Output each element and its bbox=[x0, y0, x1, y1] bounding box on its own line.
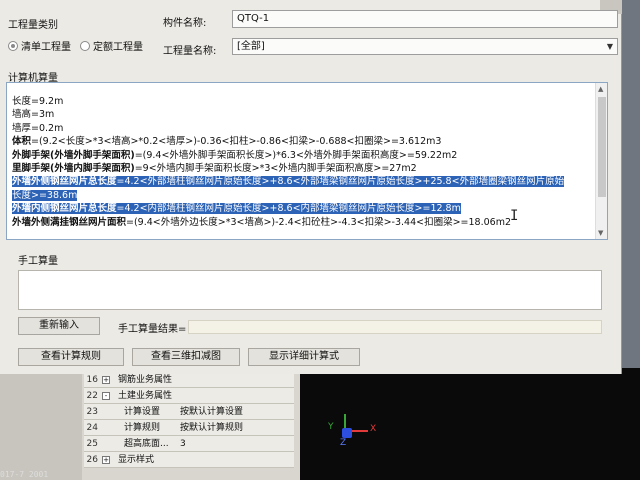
y-axis-label: Y bbox=[328, 422, 334, 432]
calc-line: 外墙外侧满挂钢丝网片面积=(9.4<外墙外边长度>*3<墙高>)-2.4<扣砼柱… bbox=[12, 216, 592, 229]
component-name-label: 构件名称: bbox=[163, 18, 207, 29]
scroll-thumb[interactable] bbox=[598, 97, 606, 197]
calc-line: 长度>=38.6m bbox=[12, 189, 592, 202]
scroll-down-icon[interactable]: ▼ bbox=[598, 229, 603, 237]
radio-norm-quantity[interactable]: 定额工程量 bbox=[80, 38, 143, 53]
radio-dot-icon bbox=[80, 40, 90, 51]
expand-icon[interactable]: + bbox=[102, 456, 110, 464]
calc-line-formula: 墙高=3m bbox=[12, 109, 55, 121]
property-value[interactable]: 按默认计算规则 bbox=[180, 420, 243, 436]
radio-norm-quantity-label: 定额工程量 bbox=[93, 42, 143, 53]
radio-list-quantity-label: 清单工程量 bbox=[21, 42, 71, 53]
property-row-number: 23 bbox=[86, 407, 98, 417]
calc-line-text: 外墙外侧满挂钢丝网片面积=(9.4<外墙外边长度>*3<墙高>)-2.4<扣砼柱… bbox=[12, 217, 511, 228]
property-name: 计算规则 bbox=[124, 423, 161, 433]
component-name-field[interactable]: QTQ-1 bbox=[232, 10, 618, 28]
quantity-name-select[interactable]: [全部] ▼ bbox=[232, 38, 618, 55]
property-row-number: 25 bbox=[86, 439, 98, 449]
quantity-name-value: [全部] bbox=[237, 41, 265, 52]
calc-line-formula: =(9.4<外墙外边长度>*3<墙高>)-2.4<扣砼柱>-4.3<扣梁>-3.… bbox=[126, 216, 511, 228]
calc-line-selected-text: 外墙内侧钢丝网片总长度=4.2<内部墙柱钢丝网片原始长度>+8.6<内部墙梁钢丝… bbox=[12, 203, 461, 215]
calc-line-selected-text: 外墙外侧钢丝网片总长度=4.2<外部墙柱钢丝网片原始长度>+8.6<外部墙梁钢丝… bbox=[12, 176, 565, 188]
3d-viewport[interactable]: X Y Z bbox=[300, 368, 640, 480]
show-detail-formula-button[interactable]: 显示详细计算式 bbox=[248, 348, 360, 366]
text-cursor-icon: I bbox=[510, 208, 519, 224]
property-row[interactable]: 25 超高底面... 3 bbox=[84, 436, 294, 452]
z-axis-icon bbox=[342, 428, 352, 438]
calc-line-formula: =4.2<内部墙柱钢丝网片原始长度>+8.6<内部墙梁钢丝网片原始长度>=12.… bbox=[116, 203, 461, 215]
calc-line: 墙高=3m bbox=[12, 108, 592, 121]
calc-line-text: 体积=(9.2<长度>*3<墙高>*0.2<墙厚>)-0.36<扣柱>-0.86… bbox=[12, 136, 441, 147]
view-3d-deduction-button[interactable]: 查看三维扣减图 bbox=[132, 348, 240, 366]
scroll-up-icon[interactable]: ▲ bbox=[598, 85, 603, 93]
calc-expression-list: 长度=9.2m 墙高=3m 墙厚=0.2m 体积=(9.2<长度>*3<墙高>*0.2… bbox=[12, 95, 592, 229]
property-row[interactable]: 16 + 钢筋业务属性 bbox=[84, 372, 294, 388]
property-name: 土建业务属性 bbox=[118, 391, 173, 401]
manual-result-field[interactable] bbox=[188, 320, 602, 334]
property-panel: 16 + 钢筋业务属性 22- 土建业务属性 23 计算设置 按默认计算设置 24 计算规则 按默认… bbox=[0, 368, 300, 480]
property-value[interactable]: 按默认计算设置 bbox=[180, 404, 243, 420]
view-quantity-dialog: 工程量类别 清单工程量 定额工程量 构件名称: QTQ-1 工程量名称: [全部… bbox=[0, 0, 622, 374]
property-row[interactable]: 26 + 显示样式 bbox=[84, 452, 294, 468]
chevron-down-icon: ▼ bbox=[606, 42, 613, 51]
status-text: 017-7 2001 bbox=[0, 470, 49, 479]
property-name: 计算设置 bbox=[124, 407, 161, 417]
quantity-name-label: 工程量名称: bbox=[163, 46, 217, 57]
property-name: 显示样式 bbox=[118, 455, 155, 465]
property-row[interactable]: 23 计算设置 按默认计算设置 bbox=[84, 404, 294, 420]
manual-calc-group-title: 手工算量 bbox=[18, 256, 58, 267]
calc-line-item-name: 体积 bbox=[12, 136, 32, 148]
z-axis-label: Z bbox=[340, 438, 347, 448]
expand-icon[interactable]: + bbox=[102, 376, 110, 384]
component-name-value: QTQ-1 bbox=[237, 13, 270, 24]
calc-line-item-name: 里脚手架(外墙内脚手架面积) bbox=[12, 163, 135, 175]
calc-line-formula: 长度>=38.6m bbox=[12, 189, 78, 201]
component-list-panel bbox=[0, 368, 82, 480]
property-row-number: 16 bbox=[86, 375, 98, 385]
calc-line-formula: =4.2<外部墙柱钢丝网片原始长度>+8.6<外部墙梁钢丝网片原始长度>+25.… bbox=[116, 176, 565, 188]
property-row[interactable]: 24 计算规则 按默认计算规则 bbox=[84, 420, 294, 436]
calc-line-text: 里脚手架(外墙内脚手架面积)=9<外墙内脚手架面积长度>*3<外墙内脚手架面积高… bbox=[12, 163, 417, 174]
calc-line: 外墙内侧钢丝网片总长度=4.2<内部墙柱钢丝网片原始长度>+8.6<内部墙梁钢丝… bbox=[12, 202, 592, 215]
calc-line: 里脚手架(外墙内脚手架面积)=9<外墙内脚手架面积长度>*3<外墙内脚手架面积高… bbox=[12, 162, 592, 175]
calc-line-selected-text: 长度>=38.6m bbox=[12, 189, 78, 201]
calc-line-item-name: 外墙外侧满挂钢丝网片面积 bbox=[12, 216, 127, 228]
calc-line-formula: =(9.2<长度>*3<墙高>*0.2<墙厚>)-0.36<扣柱>-0.86<扣… bbox=[31, 136, 442, 148]
calc-line-text: 墙高=3m bbox=[12, 109, 54, 120]
calc-line-item-name: 外墙外侧钢丝网片总长度 bbox=[12, 176, 117, 188]
calc-line: 墙厚=0.2m bbox=[12, 122, 592, 135]
property-row-number: 22 bbox=[86, 391, 98, 401]
calc-line: 外墙外侧钢丝网片总长度=4.2<外部墙柱钢丝网片原始长度>+8.6<外部墙梁钢丝… bbox=[12, 175, 592, 188]
calc-line-text: 外脚手架(外墙外脚手架面积)=(9.4<外墙外脚手架面积长度>)*6.3<外墙外… bbox=[12, 150, 457, 161]
property-row[interactable]: 22- 土建业务属性 bbox=[84, 388, 294, 404]
calc-line-item-name: 外脚手架(外墙外脚手架面积) bbox=[12, 149, 135, 161]
radio-dot-icon bbox=[8, 40, 18, 51]
calc-line-item-name: 外墙内侧钢丝网片总长度 bbox=[12, 203, 117, 215]
reenter-button[interactable]: 重新输入 bbox=[18, 317, 100, 335]
property-value[interactable]: 3 bbox=[180, 436, 186, 452]
calc-line-text: 墙厚=0.2m bbox=[12, 123, 63, 134]
calc-line-text: 长度=9.2m bbox=[12, 96, 63, 107]
collapse-icon[interactable]: - bbox=[102, 392, 110, 400]
manual-result-label: 手工算量结果= bbox=[118, 324, 187, 335]
calc-line-formula: =9<外墙内脚手架面积长度>*3<外墙内脚手架面积高度>=27m2 bbox=[134, 163, 417, 175]
view-calc-rules-button[interactable]: 查看计算规则 bbox=[18, 348, 124, 366]
x-axis-label: X bbox=[370, 424, 377, 434]
property-name: 超高底面... bbox=[124, 439, 169, 449]
property-name: 钢筋业务属性 bbox=[118, 375, 173, 385]
calc-line: 体积=(9.2<长度>*3<墙高>*0.2<墙厚>)-0.36<扣柱>-0.86… bbox=[12, 135, 592, 148]
calc-line-formula: =(9.4<外墙外脚手架面积长度>)*6.3<外墙外脚手架面积高度>=59.22… bbox=[134, 149, 458, 161]
calc-line: 外脚手架(外墙外脚手架面积)=(9.4<外墙外脚手架面积长度>)*6.3<外墙外… bbox=[12, 149, 592, 162]
property-row-number: 24 bbox=[86, 423, 98, 433]
property-row-number: 26 bbox=[86, 455, 98, 465]
calc-scrollbar[interactable]: ▲ ▼ bbox=[595, 83, 607, 239]
calc-line: 长度=9.2m bbox=[12, 95, 592, 108]
calc-line-formula: 长度=9.2m bbox=[12, 96, 64, 107]
quantity-category-label: 工程量类别 bbox=[8, 20, 58, 31]
radio-list-quantity[interactable]: 清单工程量 bbox=[8, 38, 71, 53]
manual-calc-input[interactable] bbox=[18, 270, 602, 310]
calc-line-formula: 墙厚=0.2m bbox=[12, 122, 64, 134]
